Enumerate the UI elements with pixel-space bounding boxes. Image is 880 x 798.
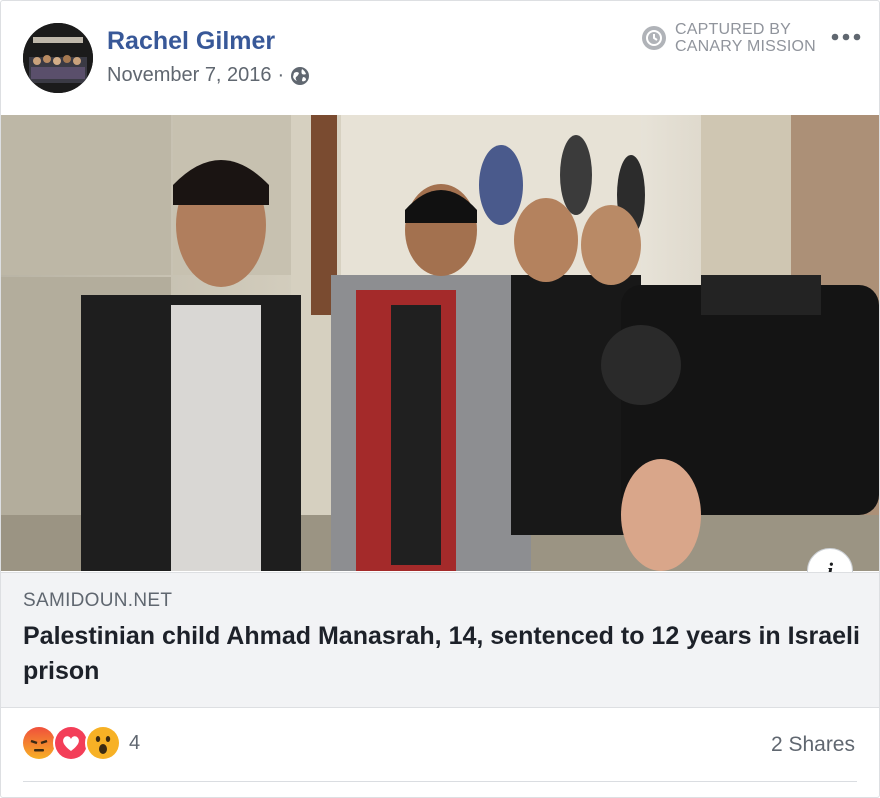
clock-icon [641,25,667,51]
author-name-link[interactable]: Rachel Gilmer [107,27,275,56]
link-preview-image[interactable] [1,115,879,571]
captured-by-badge: CAPTURED BY CANARY MISSION [641,21,816,55]
author-avatar[interactable] [23,23,93,93]
link-domain: SAMIDOUN.NET [23,590,173,611]
love-reaction-icon [53,725,89,761]
footer-divider [23,781,857,782]
link-headline[interactable]: Palestinian child Ahmad Manasrah, 14, se… [23,619,863,689]
angry-reaction-icon [21,725,57,761]
reaction-count: 4 [129,731,141,754]
badge-line-1: CAPTURED BY [675,21,791,38]
link-preview-box[interactable]: SAMIDOUN.NET Palestinian child Ahmad Man… [1,572,879,708]
meta-separator: · [277,64,285,86]
reactions-summary[interactable]: 4 [21,725,140,761]
more-options-icon[interactable] [830,27,862,47]
facebook-post-card: Rachel Gilmer November 7, 2016 · CAPTURE… [0,0,880,798]
post-date-link[interactable]: November 7, 2016 [107,64,272,87]
badge-text: CAPTURED BY CANARY MISSION [675,21,816,55]
badge-line-2: CANARY MISSION [675,38,816,55]
shares-count-link[interactable]: 2 Shares [771,733,855,757]
globe-icon[interactable] [290,66,310,86]
wow-reaction-icon [85,725,121,761]
post-meta: November 7, 2016 · [107,64,310,87]
